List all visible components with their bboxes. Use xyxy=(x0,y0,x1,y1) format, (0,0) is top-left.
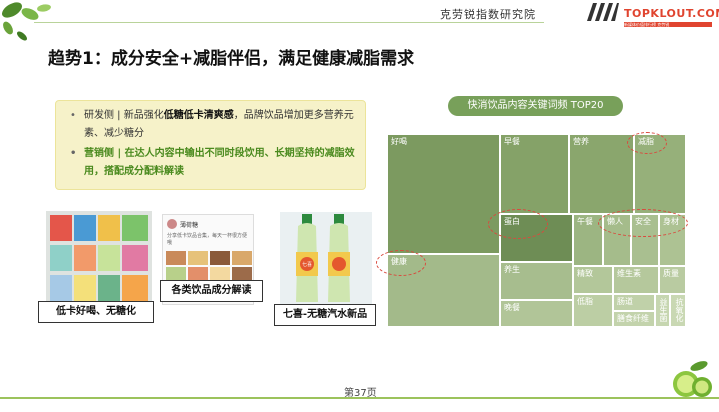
treemap-cell: 晚餐 xyxy=(500,300,573,327)
bullet-icon: • xyxy=(70,110,76,121)
treemap-cell: 低脂 xyxy=(573,294,613,327)
highlight-circle-jiankang xyxy=(376,250,426,276)
key-points-box: • 研发侧 | 新品强化低糖低卡清爽感，品牌饮品增加更多营养元素、减少糖分 • … xyxy=(55,100,366,190)
lime-decoration xyxy=(673,361,712,397)
treemap-cell: 抗氧化 xyxy=(670,294,686,327)
caption-ingredient-analysis: 各类饮品成分解读 xyxy=(160,280,263,302)
treemap-title: 快消饮品内容关键词频 TOP20 xyxy=(448,96,623,116)
caption-7up-new-product: 七喜-无糖汽水新品 xyxy=(274,304,376,326)
avatar xyxy=(167,219,177,229)
treemap-cell: 营养 xyxy=(569,134,634,214)
page-title: 趋势1：成分安全+减脂伴侣，满足健康减脂需求 xyxy=(48,49,415,69)
treemap-cell: 质量 xyxy=(659,266,686,294)
topklout-logo: TOPKLOUT.COM 新媒体价值排行榜 克劳锐 xyxy=(624,7,719,27)
treemap-cell: 好喝 xyxy=(387,134,500,254)
point-rd: • 研发侧 | 新品强化低糖低卡清爽感，品牌饮品增加更多营养元素、减少糖分 xyxy=(70,107,357,143)
stripes-logo-icon xyxy=(587,3,619,21)
treemap-cell: 维生素 xyxy=(613,266,659,294)
treemap-cell: 膳食纤维 xyxy=(613,311,655,327)
treemap-cell: 益生菌 xyxy=(655,294,670,327)
footer-divider xyxy=(0,397,719,399)
treemap-cell: 养生 xyxy=(500,262,573,300)
header-divider xyxy=(34,22,544,23)
brand-name: 克劳锐指数研究院 xyxy=(440,8,536,21)
caption-low-calorie: 低卡好喝、无糖化 xyxy=(38,301,154,323)
treemap-cell: 精致 xyxy=(573,266,613,294)
treemap-cell: 肠道 xyxy=(613,294,655,311)
treemap-cell: 早餐 xyxy=(500,134,569,214)
highlight-circle-danbai xyxy=(488,209,548,239)
7up-bottles-image: 七喜 xyxy=(280,212,372,307)
highlight-circle-lanren-anquan-shencai xyxy=(598,209,688,237)
leaf-decoration xyxy=(2,2,51,41)
bottle-brand-label: 七喜 xyxy=(302,261,312,268)
bullet-icon: • xyxy=(70,148,77,159)
point-marketing: • 营销侧 | 在达人内容中输出不同时段饮用、长期坚持的减脂效用，搭配成分配料解… xyxy=(70,145,357,181)
highlight-circle-jianzhi xyxy=(627,132,667,154)
